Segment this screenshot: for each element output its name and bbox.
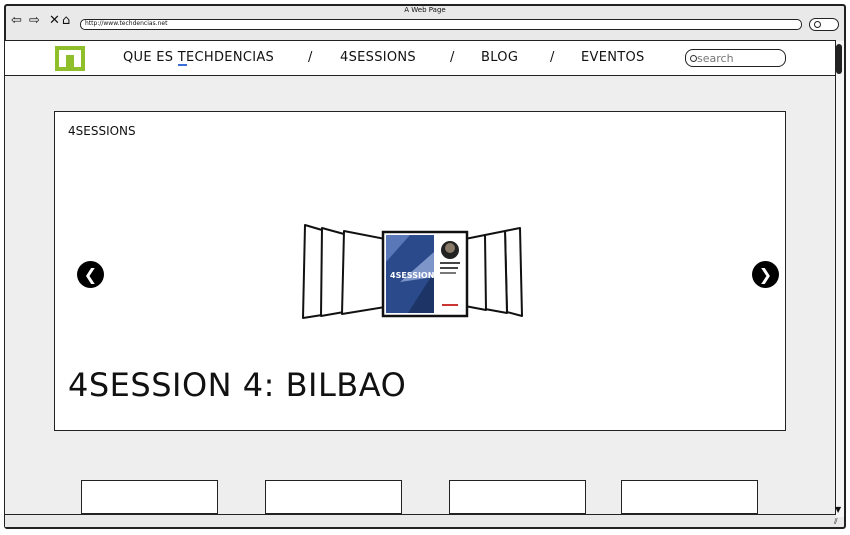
chevron-left-icon: ❮ <box>83 265 98 284</box>
home-icon[interactable]: ⌂ <box>62 14 70 28</box>
cover-card-right-2 <box>484 230 508 314</box>
nav-que-es-techdencias[interactable]: QUE ES TECHDENCIAS <box>123 50 274 66</box>
site-search[interactable] <box>685 49 786 67</box>
nav-label: QUE ES TECHDENCIAS <box>123 50 275 65</box>
thumbnail-1[interactable] <box>81 480 218 514</box>
thumbnail-2[interactable] <box>265 480 402 514</box>
status-bar <box>5 514 836 527</box>
nav-separator: / <box>308 50 313 65</box>
carousel-label: 4SESSIONS <box>68 124 136 138</box>
search-icon <box>814 21 821 28</box>
scroll-down-icon[interactable]: ▼ <box>835 505 841 514</box>
cover-card-center: 4SESSIONS <box>381 230 469 318</box>
cover-text: 4SESSIONS <box>390 271 440 280</box>
back-icon[interactable]: ⇦ <box>11 14 22 28</box>
slide-title: 4SESSION 4: BILBAO <box>68 366 407 404</box>
nav-blog[interactable]: BLOG <box>481 50 518 66</box>
resize-grip-icon[interactable]: ⫽ <box>834 517 838 527</box>
cover-card-left-1 <box>341 230 386 315</box>
search-icon <box>690 55 697 62</box>
cover-card-left-2 <box>320 227 345 317</box>
techdencias-logo[interactable] <box>54 45 86 72</box>
carousel-prev-button[interactable]: ❮ <box>77 261 104 288</box>
search-input[interactable] <box>697 51 781 65</box>
forward-icon[interactable]: ⇨ <box>29 14 40 28</box>
underline-mark <box>178 64 187 66</box>
url-bar[interactable]: http://www.techdencias.net <box>80 19 802 30</box>
cover-card-left-3 <box>302 224 323 319</box>
nav-eventos[interactable]: EVENTOS <box>581 50 645 66</box>
thumbnail-4[interactable] <box>621 480 758 514</box>
browser-search-button[interactable] <box>809 18 839 31</box>
nav-4sessions[interactable]: 4SESSIONS <box>340 50 416 66</box>
window-title: A Web Page <box>404 6 446 14</box>
nav-separator: / <box>450 50 455 65</box>
nav-separator: / <box>550 50 555 65</box>
thumbnail-3[interactable] <box>449 480 586 514</box>
close-icon[interactable]: ✕ <box>49 14 60 28</box>
coverflow[interactable]: 4SESSIONS <box>300 222 550 322</box>
carousel-next-button[interactable]: ❯ <box>752 261 779 288</box>
chevron-right-icon: ❯ <box>758 265 773 284</box>
scrollbar-track[interactable] <box>835 41 844 517</box>
scrollbar-thumb[interactable] <box>836 44 842 74</box>
